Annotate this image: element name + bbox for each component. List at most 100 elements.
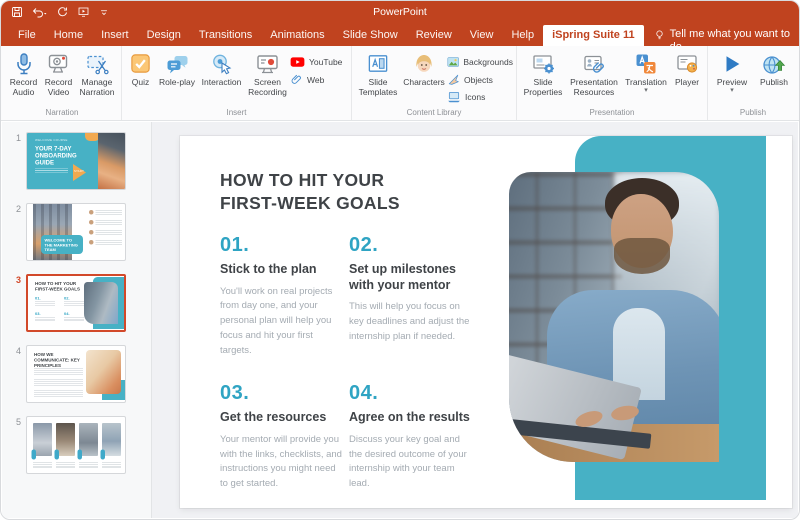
tab-transitions[interactable]: Transitions [190,25,261,46]
translation-dropdown-caret[interactable]: ▾ [644,88,648,94]
goal-body: Discuss your key goal and the desired ou… [349,433,475,492]
customize-toolbar-icon [99,7,109,17]
start-slideshow-button[interactable] [77,6,90,18]
slide-title[interactable]: HOW TO HIT YOUR FIRST-WEEK GOALS [220,169,425,215]
slide-properties-gear-icon [531,49,556,78]
characters-button[interactable]: Characters [401,49,447,88]
tab-insert[interactable]: Insert [92,25,138,46]
slide-1-photo [98,133,126,190]
publish-globe-icon [761,49,787,78]
slide-1-caption: WELCOME COURSE [35,139,68,142]
publish-button[interactable]: Publish [753,49,795,88]
screen-record-icon [255,49,280,78]
tab-animations[interactable]: Animations [261,25,333,46]
slide-3-number: 3 [8,274,21,332]
thumbnail-row-1: 1 WELCOME COURSE YOUR 7-DAY ONBOARDING G… [8,132,151,190]
slide-5-photo-cards [33,423,121,468]
group-label-narration: Narration [6,107,118,120]
goal-number: 03. [220,382,349,405]
save-button[interactable] [11,6,23,18]
thumbnail-row-2: 2 WELCOME TO THE MARKETING TEAM [8,203,151,261]
preview-button[interactable]: Preview ▾ [711,49,753,94]
slide-1-thumbnail[interactable]: WELCOME COURSE YOUR 7-DAY ONBOARDING GUI… [26,132,126,190]
backgrounds-button[interactable]: Backgrounds [447,56,513,68]
slide-templates-button[interactable]: Slide Templates [355,49,401,98]
thumbnail-row-4: 4 HOW WE COMMUNICATE: KEY PRINCIPLES [8,345,151,403]
tab-help[interactable]: Help [502,25,543,46]
quiz-check-icon [129,49,152,78]
speech-bubbles-icon [165,49,190,78]
slide-4-paragraph [34,368,83,376]
manage-narration-button[interactable]: Manage Narration [76,49,118,98]
slide-properties-button[interactable]: Slide Properties [520,49,566,98]
undo-icon [32,6,47,18]
ribbon-group-insert: Quiz Role-play Interaction Screen Record… [121,46,351,120]
customize-quick-access-button[interactable] [99,7,109,17]
slide-4-photo [86,350,121,394]
youtube-icon [290,56,305,68]
tab-view[interactable]: View [461,25,503,46]
slideshow-icon [77,6,90,18]
presentation-resources-button[interactable]: Presentation Resources [566,49,622,98]
goal-item-1[interactable]: 01. Stick to the plan You'll work on rea… [220,234,349,358]
goal-heading: Agree on the results [349,410,471,426]
record-video-button[interactable]: Record Video [41,49,76,98]
slide-3-thumbnail-selected[interactable]: HOW TO HIT YOUR FIRST-WEEK GOALS 01. 02.… [26,274,126,332]
thumbnail-row-5: 5 [8,416,151,474]
preview-dropdown-caret[interactable]: ▾ [730,88,734,94]
slide-2-number: 2 [8,203,21,261]
group-label-presentation: Presentation [520,107,704,120]
role-play-button[interactable]: Role-play [156,49,198,88]
slide-2-title: WELCOME TO THE MARKETING TEAM [45,238,80,252]
slide-5-number: 5 [8,416,21,474]
narration-scissors-icon [85,49,110,78]
lightbulb-icon [654,29,665,42]
save-icon [11,6,23,18]
resources-paperclip-icon [582,49,607,78]
goal-item-4[interactable]: 04. Agree on the results Discuss your ke… [349,382,489,492]
quiz-button[interactable]: Quiz [125,49,156,88]
goal-item-2[interactable]: 02. Set up milestones with your mentor T… [349,234,489,358]
slide-4-paragraph [34,379,83,387]
web-button[interactable]: Web [290,73,348,86]
current-slide[interactable]: HOW TO HIT YOUR FIRST-WEEK GOALS 01. Sti… [180,136,792,508]
title-bar: PowerPoint [1,1,799,23]
ribbon-group-narration: Record Audio Record Video Manage Narrati… [3,46,121,120]
redo-icon [56,6,68,18]
objects-button[interactable]: Objects [447,73,513,86]
tab-review[interactable]: Review [407,25,461,46]
slide-4-thumbnail[interactable]: HOW WE COMMUNICATE: KEY PRINCIPLES [26,345,126,403]
undo-button[interactable] [32,6,47,18]
goal-number: 02. [349,234,489,257]
icons-button[interactable]: Icons [447,91,513,103]
tab-ispring-suite[interactable]: iSpring Suite 11 [543,25,644,46]
group-label-insert: Insert [125,107,348,120]
player-palette-icon [675,49,700,78]
tab-slide-show[interactable]: Slide Show [334,25,407,46]
ribbon-group-publish: Preview ▾ Publish Publish [707,46,798,120]
player-button[interactable]: Player [670,49,704,88]
webcam-icon [46,49,71,78]
slide-template-icon [366,49,390,78]
quick-access-toolbar [11,6,109,18]
tab-design[interactable]: Design [138,25,190,46]
goal-body: You'll work on real projects from day on… [220,285,346,359]
goal-heading: Get the resources [220,410,342,426]
translation-button[interactable]: Translation ▾ [622,49,670,94]
slide-2-thumbnail[interactable]: WELCOME TO THE MARKETING TEAM [26,203,126,261]
goal-body: This will help you focus on key deadline… [349,300,475,344]
slide-photo-man-with-laptop[interactable] [509,172,719,462]
goal-item-3[interactable]: 03. Get the resources Your mentor will p… [220,382,349,492]
record-audio-button[interactable]: Record Audio [6,49,41,98]
redo-button[interactable] [56,6,68,18]
tell-me-box[interactable]: Tell me what you want to do [654,25,799,46]
interaction-button[interactable]: Interaction [198,49,245,88]
youtube-button[interactable]: YouTube [290,56,348,68]
slide-5-thumbnail[interactable] [26,416,126,474]
character-face-icon [412,49,436,78]
tab-home[interactable]: Home [45,25,92,46]
slide-4-number: 4 [8,345,21,403]
screen-recording-button[interactable]: Screen Recording [245,49,290,98]
tab-file[interactable]: File [9,25,45,46]
slide-3-photo [84,282,118,324]
